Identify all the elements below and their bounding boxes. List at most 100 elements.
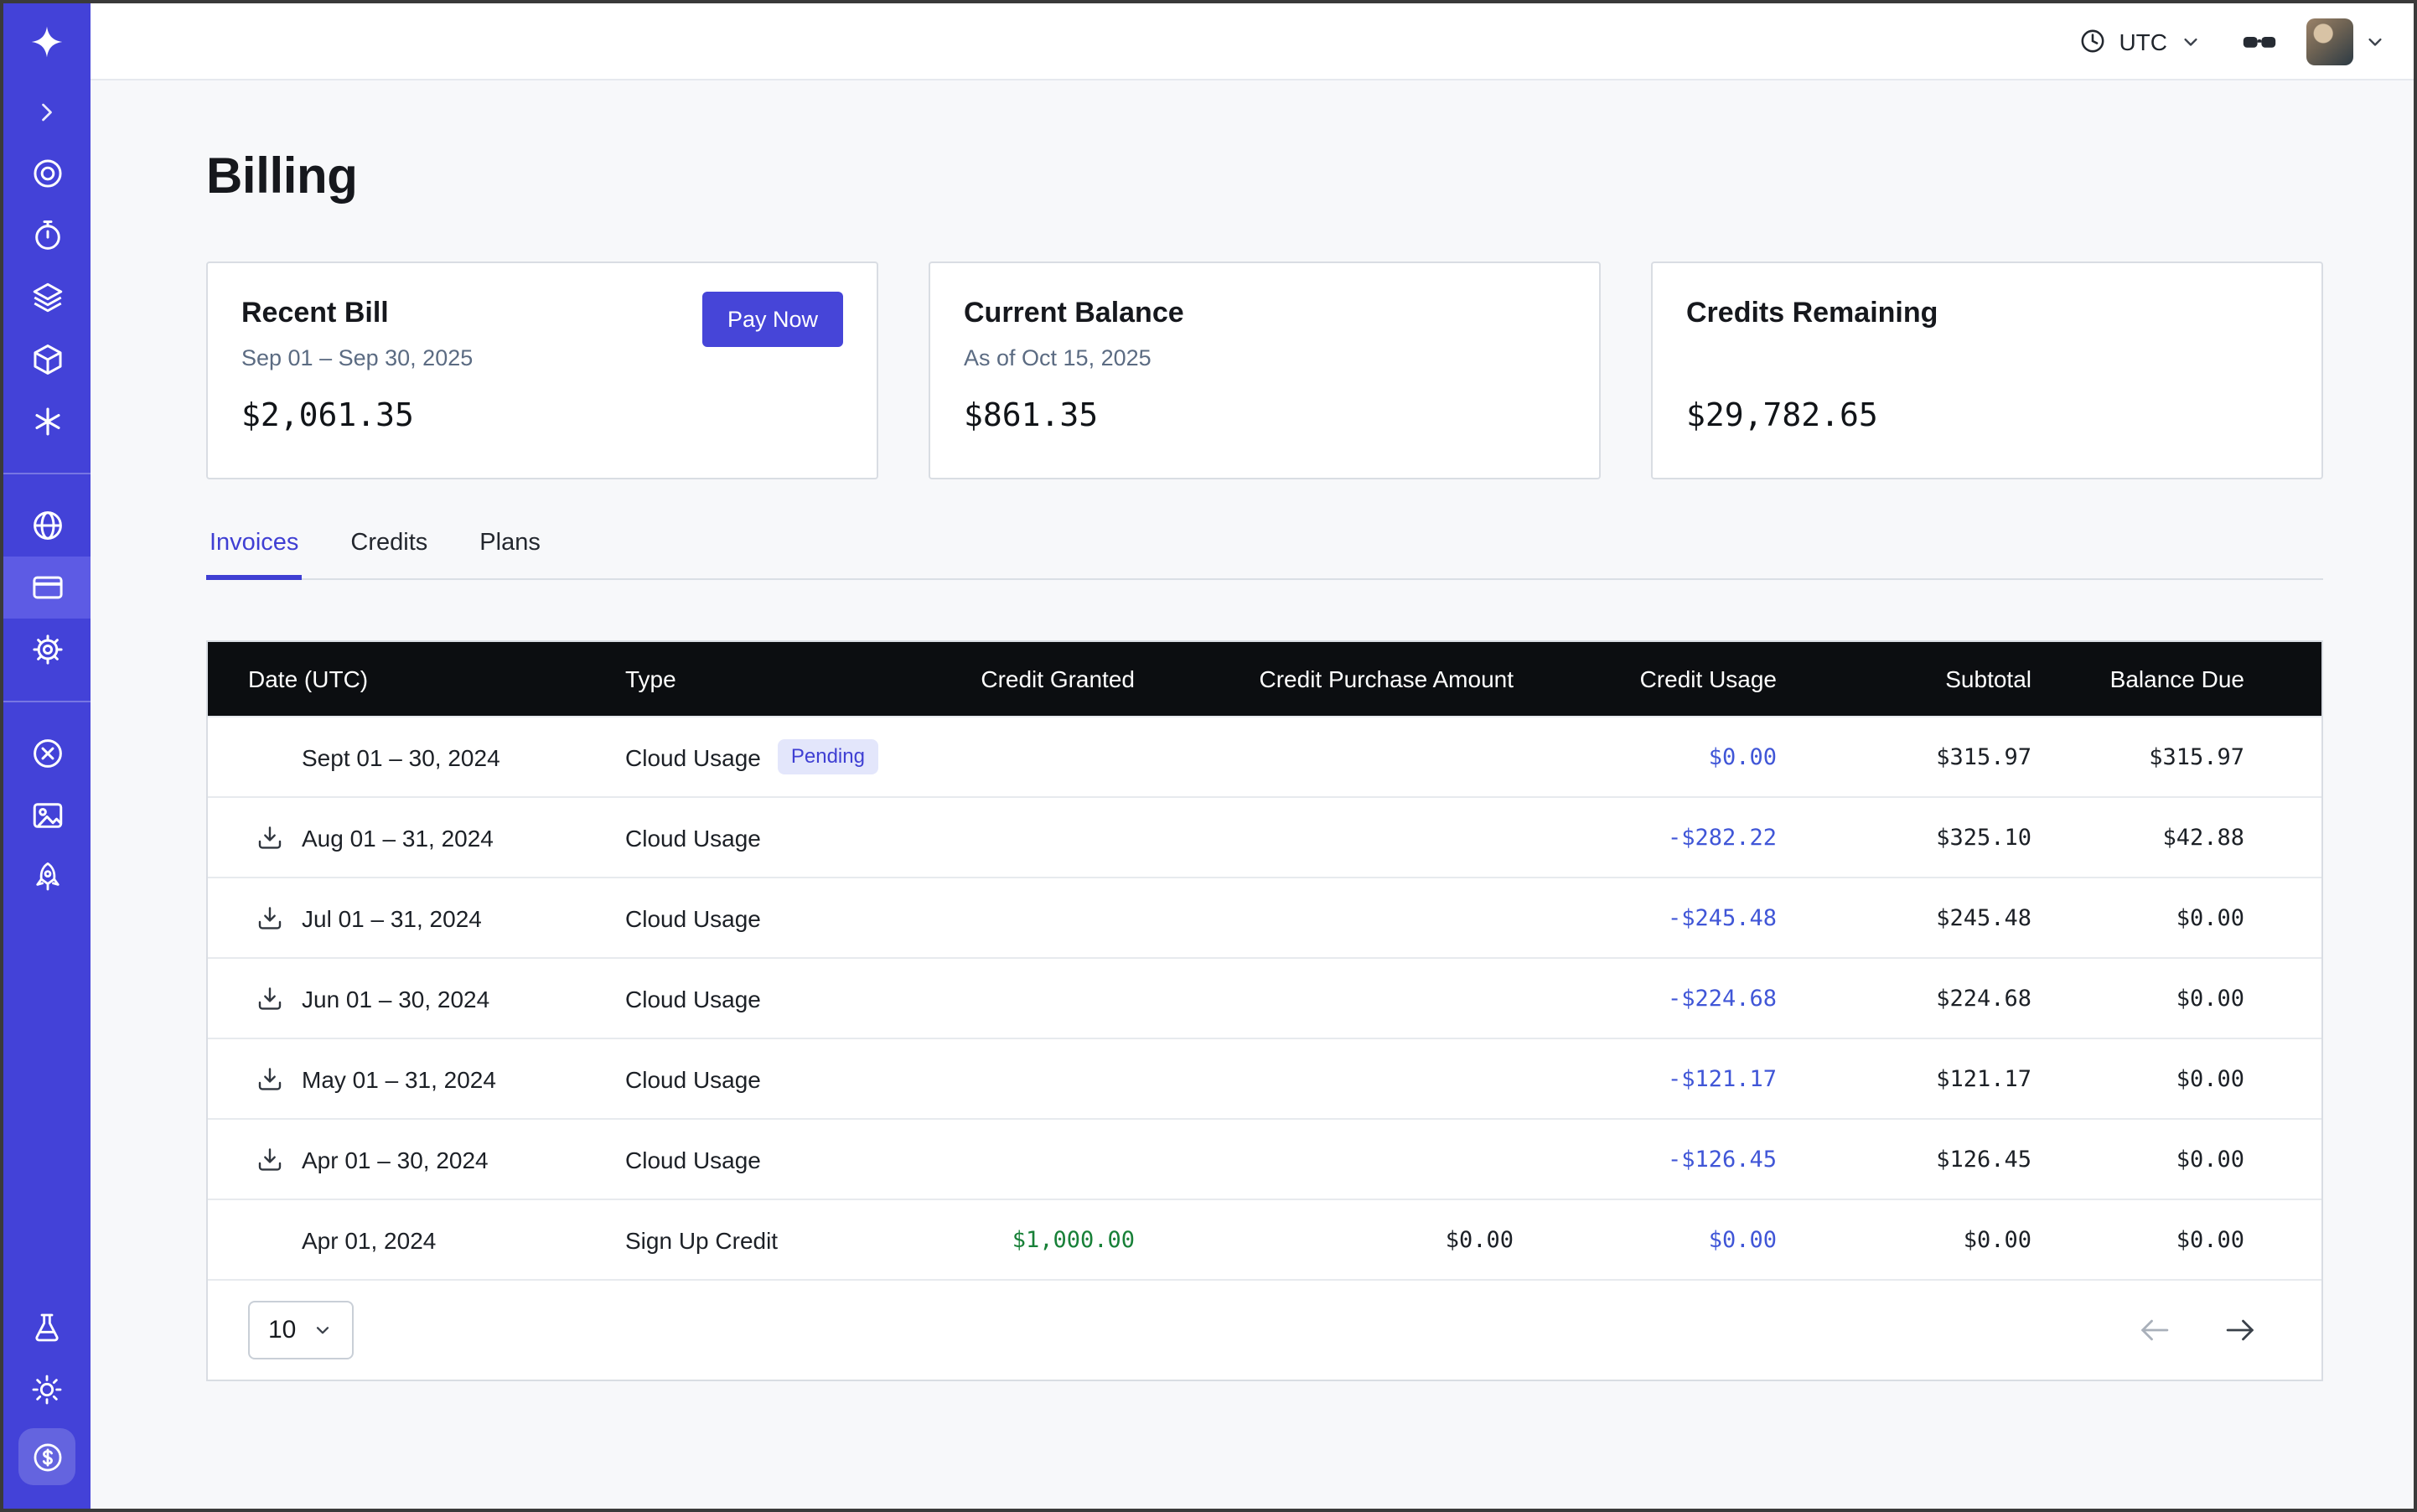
credits-remaining-card: Credits Remaining $29,782.65 bbox=[1651, 261, 2323, 479]
card-title: Credits Remaining bbox=[1686, 295, 2288, 332]
sidebar-item-globe[interactable] bbox=[3, 495, 91, 557]
sidebar-item-images[interactable] bbox=[3, 784, 91, 847]
globe-icon bbox=[29, 508, 65, 543]
user-avatar bbox=[2306, 18, 2353, 65]
invoice-type-cell: Sign Up Credit bbox=[593, 1226, 920, 1253]
column-header-credit-usage: Credit Usage bbox=[1557, 665, 1817, 692]
sidebar-item-clusters[interactable] bbox=[3, 722, 91, 784]
download-icon bbox=[255, 822, 285, 852]
invoice-type: Cloud Usage bbox=[625, 1146, 761, 1173]
flask-icon bbox=[30, 1310, 64, 1344]
glasses-icon bbox=[2239, 21, 2280, 61]
chevron-right-icon bbox=[32, 96, 62, 127]
account-menu[interactable] bbox=[2306, 18, 2387, 65]
invoice-row: Apr 01 – 30, 2024 Cloud Usage -$126.45 $… bbox=[208, 1118, 2321, 1199]
download-invoice-button[interactable] bbox=[255, 903, 285, 933]
invoice-date: Apr 01 – 30, 2024 bbox=[302, 1146, 489, 1173]
sidebar-logo[interactable] bbox=[3, 3, 91, 80]
download-invoice-button[interactable] bbox=[255, 1064, 285, 1094]
page-title: Billing bbox=[206, 148, 2414, 208]
invoice-type: Cloud Usage bbox=[625, 824, 761, 851]
invoice-date-cell: Apr 01 – 30, 2024 bbox=[208, 1144, 593, 1174]
timezone-label: UTC bbox=[2119, 28, 2167, 54]
sidebar bbox=[3, 3, 91, 1509]
sidebar-item-timer[interactable] bbox=[3, 205, 91, 267]
arrow-left-icon bbox=[2137, 1313, 2172, 1348]
credit-usage-value: -$282.22 bbox=[1557, 824, 1817, 851]
invoice-date: Jul 01 – 31, 2024 bbox=[302, 904, 482, 931]
invoice-date: Sept 01 – 30, 2024 bbox=[302, 743, 500, 770]
invoice-row: May 01 – 31, 2024 Cloud Usage -$121.17 $… bbox=[208, 1038, 2321, 1118]
balance-due-value: $0.00 bbox=[2052, 1226, 2321, 1253]
subtotal-value: $224.68 bbox=[1817, 985, 2052, 1012]
download-invoice-button[interactable] bbox=[255, 983, 285, 1013]
timezone-picker[interactable]: UTC bbox=[2078, 27, 2202, 55]
subtotal-value: $325.10 bbox=[1817, 824, 2052, 851]
sidebar-expand-button[interactable] bbox=[3, 80, 91, 142]
invoices-table: Date (UTC) Type Credit Granted Credit Pu… bbox=[206, 640, 2323, 1381]
card-subtitle bbox=[1686, 344, 2288, 372]
subtotal-value: $0.00 bbox=[1817, 1226, 2052, 1253]
invoice-date: May 01 – 31, 2024 bbox=[302, 1065, 496, 1092]
download-icon bbox=[255, 1144, 285, 1174]
download-invoice-button[interactable] bbox=[255, 822, 285, 852]
image-icon bbox=[29, 798, 65, 833]
sidebar-item-billing[interactable] bbox=[3, 557, 91, 619]
dollar-coin-icon bbox=[29, 1439, 65, 1474]
chevron-down-icon bbox=[2179, 29, 2202, 53]
credit-usage-value: -$121.17 bbox=[1557, 1065, 1817, 1092]
invoice-date-cell: Sept 01 – 30, 2024 bbox=[208, 743, 593, 770]
column-header-date: Date (UTC) bbox=[208, 665, 593, 692]
sidebar-item-deployments[interactable] bbox=[3, 847, 91, 909]
sidebar-item-asterisk[interactable] bbox=[3, 391, 91, 453]
pagination bbox=[2137, 1313, 2281, 1348]
pay-now-button[interactable]: Pay Now bbox=[702, 292, 843, 347]
download-slot bbox=[255, 1064, 302, 1094]
download-invoice-button[interactable] bbox=[255, 1144, 285, 1174]
invoice-type: Cloud Usage bbox=[625, 1065, 761, 1092]
earn-credits-button[interactable] bbox=[18, 1428, 75, 1485]
sidebar-item-settings[interactable] bbox=[3, 619, 91, 681]
sidebar-item-cube[interactable] bbox=[3, 329, 91, 391]
subtotal-value: $245.48 bbox=[1817, 904, 2052, 931]
invoice-date: Apr 01, 2024 bbox=[302, 1226, 436, 1253]
invoice-date-cell: May 01 – 31, 2024 bbox=[208, 1064, 593, 1094]
balance-due-value: $0.00 bbox=[2052, 904, 2321, 931]
download-slot bbox=[255, 1144, 302, 1174]
download-slot bbox=[255, 903, 302, 933]
arrow-right-icon bbox=[2223, 1313, 2258, 1348]
column-header-type: Type bbox=[593, 665, 920, 692]
tab-invoices[interactable]: Invoices bbox=[206, 530, 302, 580]
sidebar-divider bbox=[3, 473, 91, 474]
invoice-type-cell: Cloud Usage bbox=[593, 904, 920, 931]
invoice-date-cell: Jun 01 – 30, 2024 bbox=[208, 983, 593, 1013]
invoice-type-cell: Cloud Usage bbox=[593, 824, 920, 851]
page-size-select[interactable]: 10 bbox=[248, 1301, 353, 1359]
subtotal-value: $126.45 bbox=[1817, 1146, 2052, 1173]
billing-page: Billing Recent Bill Sep 01 – Sep 30, 202… bbox=[91, 80, 2414, 1509]
layers-icon bbox=[29, 280, 65, 315]
theme-toggle[interactable] bbox=[3, 1358, 91, 1420]
sidebar-item-target[interactable] bbox=[3, 142, 91, 205]
tab-credits[interactable]: Credits bbox=[347, 530, 431, 580]
table-footer: 10 bbox=[208, 1279, 2321, 1380]
sidebar-item-layers[interactable] bbox=[3, 267, 91, 329]
clock-icon bbox=[2078, 27, 2107, 55]
tab-plans[interactable]: Plans bbox=[476, 530, 544, 580]
sidebar-item-labs[interactable] bbox=[3, 1296, 91, 1358]
recent-bill-amount: $2,061.35 bbox=[241, 397, 843, 434]
invoice-row: Apr 01, 2024 Sign Up Credit $1,000.00 $0… bbox=[208, 1199, 2321, 1279]
timer-icon bbox=[29, 218, 65, 253]
invoice-type-cell: Cloud Usage Pending bbox=[593, 739, 920, 774]
billing-tabs: Invoices Credits Plans bbox=[206, 530, 2323, 580]
chevron-down-icon bbox=[311, 1319, 333, 1341]
chevron-down-icon bbox=[2363, 29, 2387, 53]
view-mode-button[interactable] bbox=[2239, 21, 2280, 61]
column-header-subtotal: Subtotal bbox=[1817, 665, 2052, 692]
balance-due-value: $0.00 bbox=[2052, 985, 2321, 1012]
invoice-type: Cloud Usage bbox=[625, 743, 761, 770]
app-window: UTC Billing Recent Bill Sep 01 – Sep 30,… bbox=[0, 0, 2417, 1512]
pagination-prev-button[interactable] bbox=[2137, 1313, 2172, 1348]
pagination-next-button[interactable] bbox=[2223, 1313, 2258, 1348]
credit-granted-value: $1,000.00 bbox=[920, 1226, 1172, 1253]
